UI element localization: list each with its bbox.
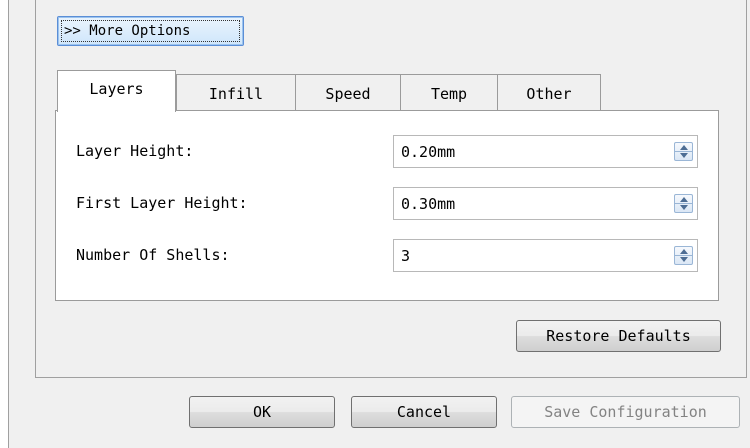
- more-options-label: >> More Options: [64, 23, 191, 39]
- tab-speed[interactable]: Speed: [295, 74, 401, 110]
- spin-arrows-icon[interactable]: [674, 194, 693, 213]
- ok-button[interactable]: OK: [189, 396, 335, 428]
- ok-label: OK: [252, 403, 272, 421]
- number-of-shells-label: Number Of Shells:: [76, 246, 230, 264]
- first-layer-height-value[interactable]: 0.30mm: [401, 188, 455, 221]
- layer-height-spinbox[interactable]: 0.20mm: [393, 135, 698, 168]
- more-options-button[interactable]: >> More Options: [57, 16, 244, 46]
- tab-layers[interactable]: Layers: [57, 70, 176, 112]
- tab-infill[interactable]: Infill: [176, 74, 296, 110]
- tab-label: Layers: [89, 80, 144, 98]
- window-left-edge: [0, 0, 9, 448]
- first-layer-height-spinbox[interactable]: 0.30mm: [393, 187, 698, 220]
- tab-label: Temp: [430, 85, 468, 103]
- restore-defaults-label: Restore Defaults: [546, 327, 691, 345]
- restore-defaults-button[interactable]: Restore Defaults: [516, 320, 721, 352]
- cancel-button[interactable]: Cancel: [351, 396, 497, 428]
- number-of-shells-value[interactable]: 3: [401, 240, 410, 273]
- number-of-shells-spinbox[interactable]: 3: [393, 239, 698, 272]
- layer-height-label: Layer Height:: [76, 142, 194, 160]
- tab-other[interactable]: Other: [497, 74, 601, 110]
- tab-label: Speed: [325, 85, 371, 103]
- tab-label: Other: [526, 85, 572, 103]
- tab-temp[interactable]: Temp: [400, 74, 498, 110]
- save-configuration-button[interactable]: Save Configuration: [511, 396, 740, 428]
- first-layer-height-label: First Layer Height:: [76, 194, 248, 212]
- tab-label: Infill: [208, 85, 264, 103]
- spin-arrows-icon[interactable]: [674, 246, 693, 265]
- layers-tab-panel: Layer Height: 0.20mm First Layer Height:…: [55, 110, 719, 301]
- spin-arrows-icon[interactable]: [674, 142, 693, 161]
- save-configuration-label: Save Configuration: [544, 403, 707, 421]
- cancel-label: Cancel: [396, 403, 452, 421]
- layer-height-value[interactable]: 0.20mm: [401, 136, 455, 169]
